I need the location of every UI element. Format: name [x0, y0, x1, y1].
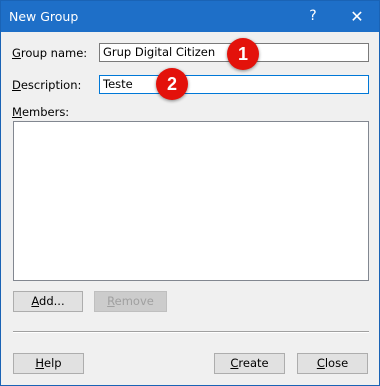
add-accesskey: A — [31, 294, 40, 308]
add-button-label: dd... — [39, 294, 65, 308]
description-accesskey: D — [12, 78, 21, 92]
close-button-label: lose — [324, 356, 349, 370]
help-button-label: elp — [44, 356, 62, 370]
separator — [13, 331, 369, 333]
create-button-label: reate — [238, 356, 269, 370]
help-button[interactable]: Help — [13, 353, 84, 374]
group-name-value: Grup Digital Citizen — [103, 45, 216, 59]
members-label-text: embers: — [21, 105, 70, 119]
window-title: New Group — [9, 9, 79, 24]
close-button[interactable]: Close — [297, 353, 368, 374]
add-button[interactable]: Add... — [13, 291, 83, 312]
remove-button-label: emove — [114, 294, 154, 308]
group-name-label: Group name: — [12, 46, 87, 60]
remove-accesskey: R — [107, 294, 115, 308]
group-name-accesskey: G — [12, 46, 21, 60]
annotation-badge-1: 1 — [227, 38, 259, 70]
annotation-badge-2: 2 — [156, 68, 188, 100]
description-value: Teste — [103, 77, 133, 91]
members-accesskey: M — [12, 105, 22, 119]
description-field[interactable]: Teste — [99, 75, 369, 94]
help-icon[interactable]: ? — [294, 1, 332, 32]
description-label: Description: — [12, 78, 81, 92]
help-accesskey: H — [35, 356, 45, 370]
close-icon[interactable]: ✕ — [338, 1, 376, 32]
remove-button[interactable]: Remove — [94, 291, 167, 312]
members-list[interactable] — [13, 121, 369, 281]
group-name-label-text: roup name: — [20, 46, 88, 60]
title-bar[interactable]: New Group ? ✕ — [1, 1, 379, 32]
close-accesskey: C — [316, 356, 325, 370]
members-label: Members: — [12, 105, 69, 119]
create-button[interactable]: Create — [214, 353, 285, 374]
description-label-text: escription: — [20, 78, 82, 92]
new-group-dialog: New Group ? ✕ Group name: Grup Digital C… — [0, 0, 380, 386]
